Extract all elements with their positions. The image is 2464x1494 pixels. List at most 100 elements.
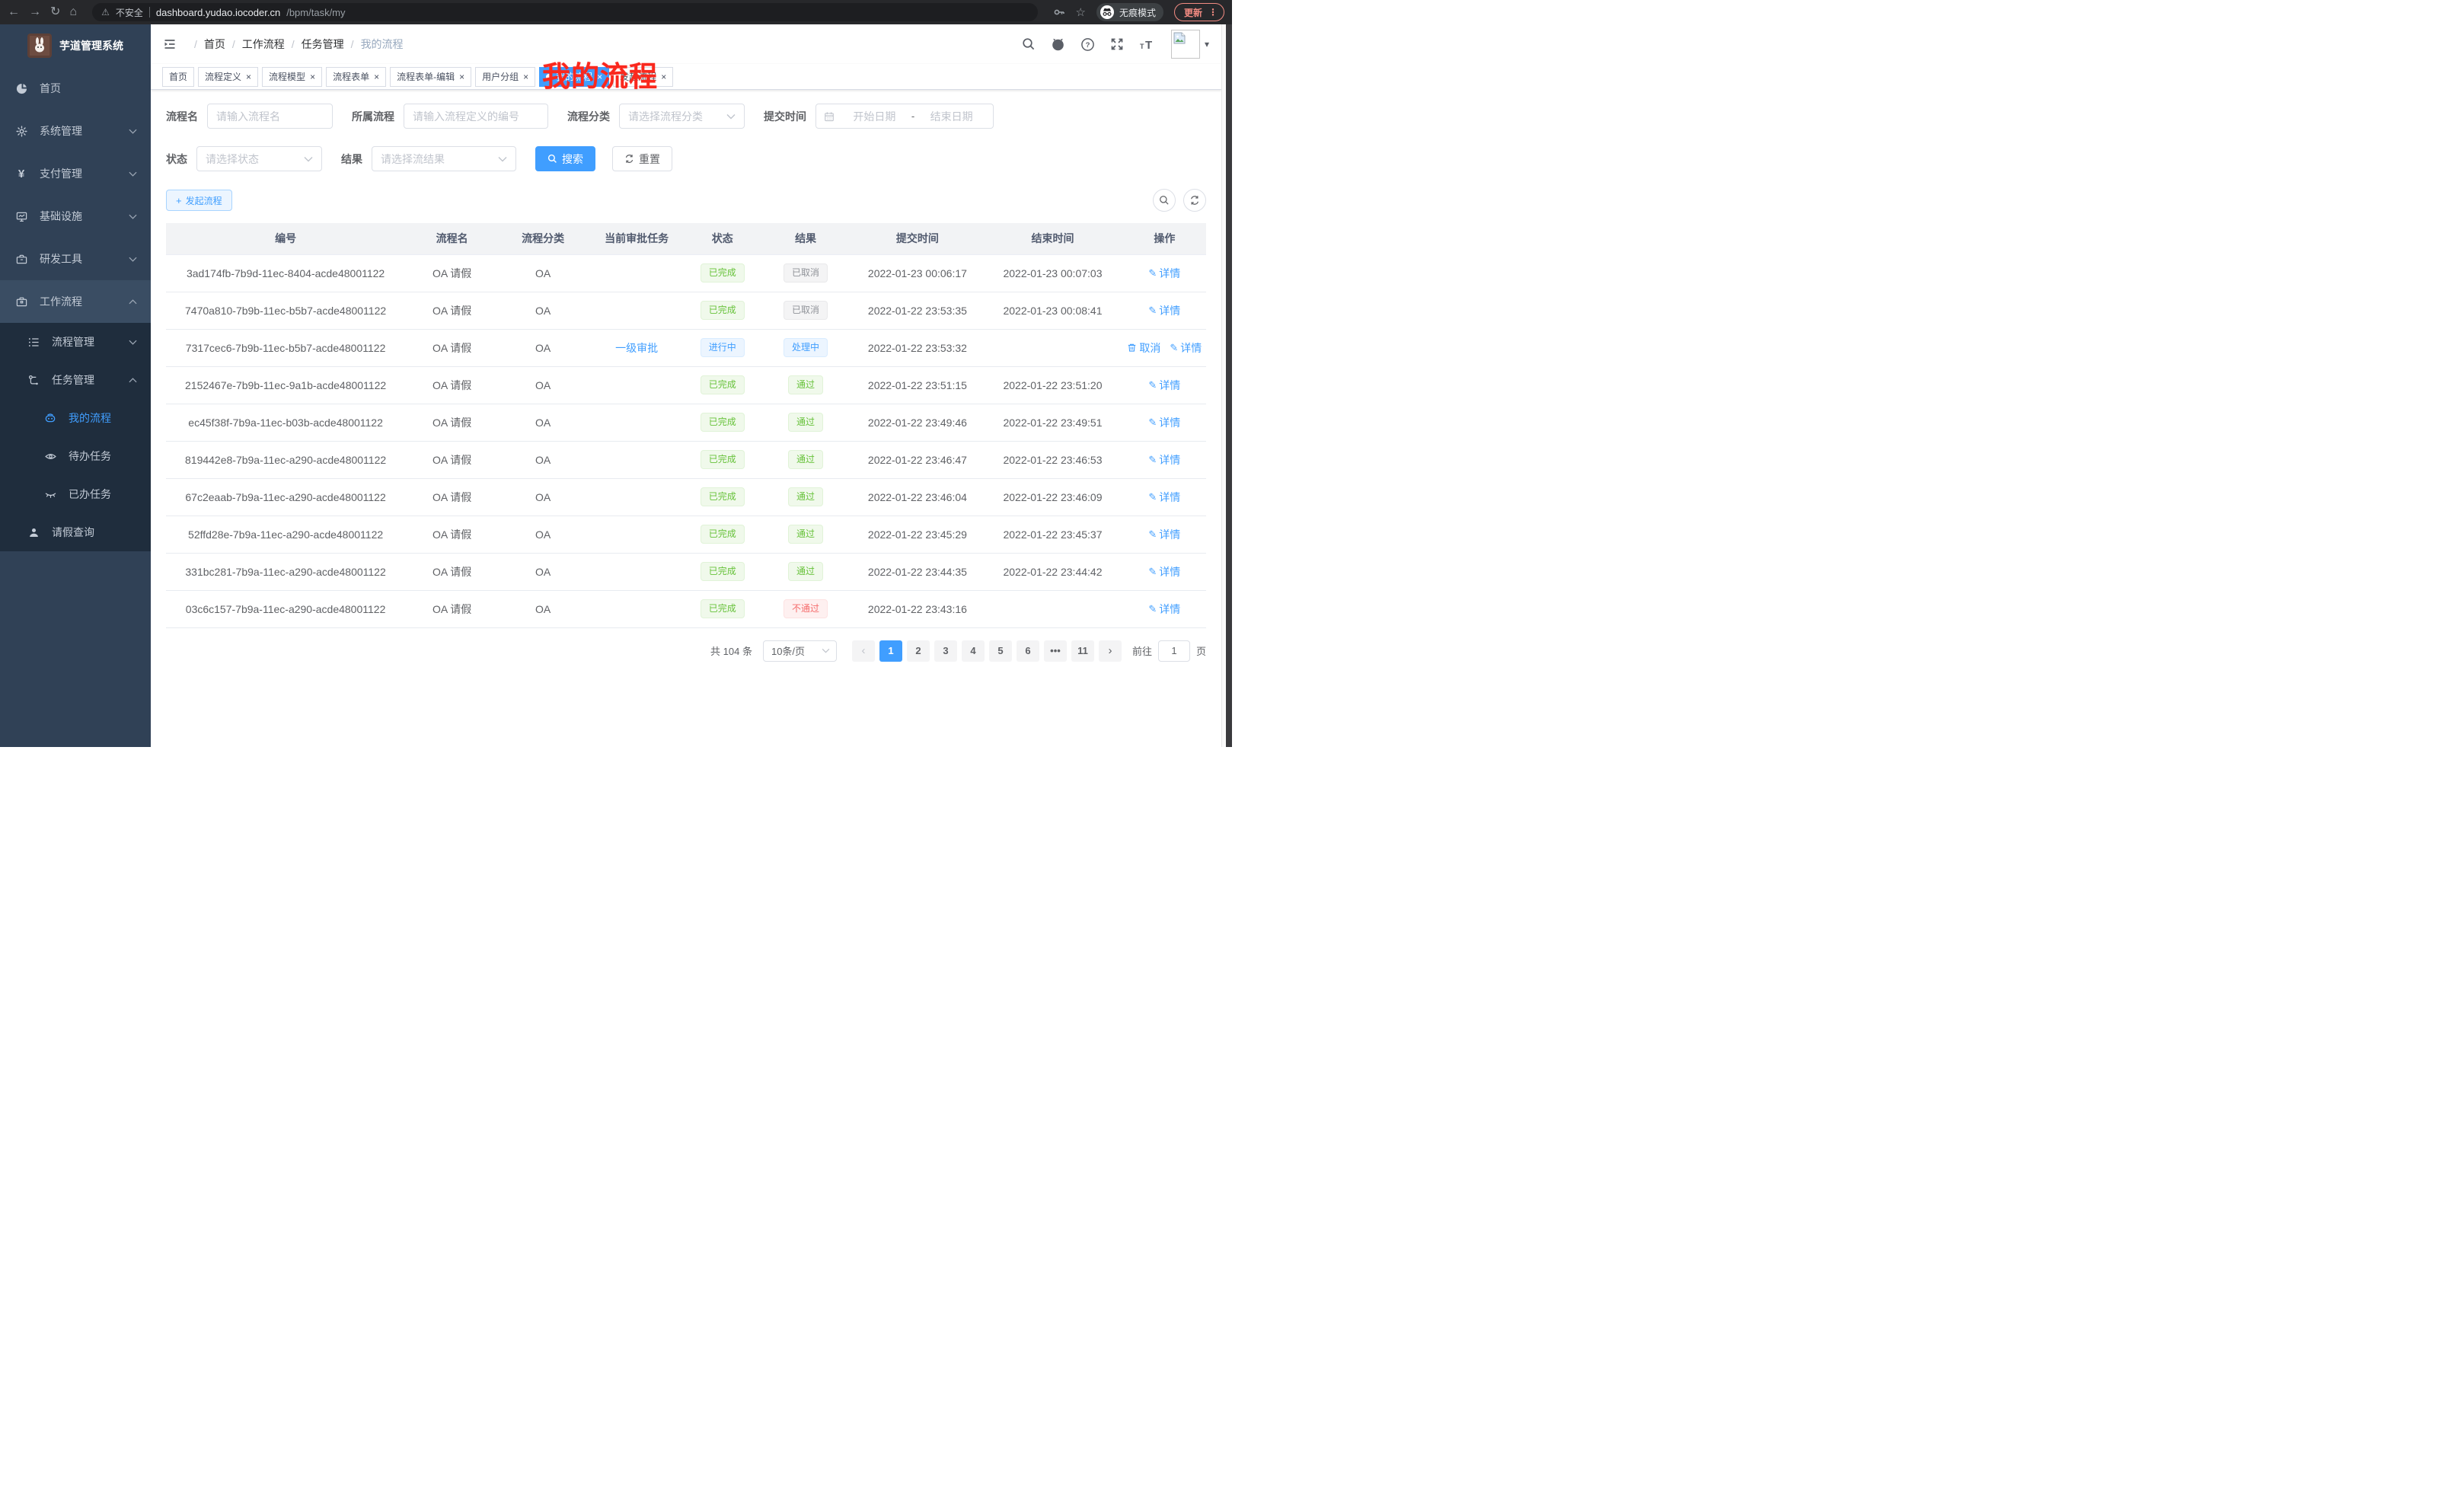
tab-close-icon[interactable]: × <box>310 72 315 82</box>
sidebar-item-my-process[interactable]: 我的流程 <box>0 399 151 437</box>
filter-category-label: 流程分类 <box>567 109 610 124</box>
breadcrumb-item[interactable]: 工作流程 <box>225 37 285 52</box>
create-process-button[interactable]: + 发起流程 <box>166 190 232 211</box>
detail-link[interactable]: ✎ 详情 <box>1148 527 1180 542</box>
process-definition-input[interactable]: 请输入流程定义的编号 <box>404 104 548 129</box>
sidebar-toggle-icon[interactable] <box>163 37 177 51</box>
sidebar-item-pay[interactable]: ¥ 支付管理 <box>0 152 151 195</box>
filter-definition-label: 所属流程 <box>352 109 394 124</box>
sidebar-item-done[interactable]: 已办任务 <box>0 475 151 513</box>
page-size-select[interactable]: 10条/页 <box>763 640 837 662</box>
sidebar-item-todo[interactable]: 待办任务 <box>0 437 151 475</box>
cancel-link[interactable]: 取消 <box>1127 340 1160 356</box>
detail-link[interactable]: ✎ 详情 <box>1148 266 1180 281</box>
address-bar[interactable]: ⚠ 不安全 dashboard.yudao.iocoder.cn/bpm/tas… <box>92 3 1037 21</box>
breadcrumb-item[interactable]: 我的流程 <box>344 37 404 52</box>
sidebar-item-home[interactable]: 首页 <box>0 67 151 110</box>
detail-link[interactable]: ✎ 详情 <box>1148 452 1180 468</box>
submit-time-range-picker[interactable]: 开始日期 - 结束日期 <box>815 104 994 129</box>
breadcrumb-item[interactable]: 首页 <box>187 37 225 52</box>
bookmark-star-icon[interactable]: ☆ <box>1076 5 1086 19</box>
show-search-button[interactable] <box>1153 189 1176 212</box>
detail-link[interactable]: ✎ 详情 <box>1148 303 1180 318</box>
sidebar-item-workflow[interactable]: 工作流程 <box>0 280 151 323</box>
view-tab[interactable]: 流程表单-编辑 × <box>390 67 471 87</box>
range-separator: - <box>911 110 914 122</box>
page-number-button[interactable]: 11 <box>1071 640 1094 662</box>
cell-category: OA <box>499 329 587 366</box>
sidebar-item-task-mgmt[interactable]: 任务管理 <box>0 361 151 399</box>
page-number-button[interactable]: 6 <box>1017 640 1039 662</box>
avatar-caret-icon[interactable]: ▾ <box>1205 39 1209 49</box>
sidebar: 芋道管理系统 首页 系统管理 ¥ 支付管理 基础设施 <box>0 24 151 747</box>
cell-end-time <box>982 590 1122 627</box>
github-icon[interactable] <box>1051 37 1065 52</box>
table-row: 52ffd28e-7b9a-11ec-a290-acde48001122 OA … <box>166 516 1206 553</box>
process-name-input[interactable]: 请输入流程名 <box>207 104 333 129</box>
reset-button[interactable]: 重置 <box>612 146 672 171</box>
app-logo-row[interactable]: 芋道管理系统 <box>0 24 151 67</box>
status-badge: 进行中 <box>701 338 745 357</box>
yen-icon: ¥ <box>15 168 27 180</box>
page-number-button[interactable]: 4 <box>962 640 985 662</box>
goto-page-input[interactable]: 1 <box>1158 640 1190 662</box>
tab-close-icon[interactable]: × <box>374 72 379 82</box>
page-number-button[interactable]: 2 <box>907 640 930 662</box>
page-number-button[interactable]: 3 <box>934 640 957 662</box>
prev-page-button[interactable]: ‹ <box>852 640 875 662</box>
browser-home-icon[interactable]: ⌂ <box>69 6 77 18</box>
result-badge: 不通过 <box>784 599 828 618</box>
page-number-button[interactable]: 1 <box>879 640 902 662</box>
edit-icon: ✎ <box>1148 603 1157 615</box>
result-select[interactable]: 请选择流结果 <box>372 146 516 171</box>
search-button[interactable]: 搜索 <box>535 146 595 171</box>
header-search-icon[interactable] <box>1022 37 1036 51</box>
plus-icon: + <box>176 195 182 206</box>
sidebar-item-leave[interactable]: 请假查询 <box>0 513 151 551</box>
filter-name-label: 流程名 <box>166 109 198 124</box>
category-select[interactable]: 请选择流程分类 <box>619 104 745 129</box>
browser-forward-icon[interactable]: → <box>29 6 41 18</box>
font-size-icon[interactable]: TT <box>1139 37 1156 51</box>
sidebar-item-process-mgmt[interactable]: 流程管理 <box>0 323 151 361</box>
sidebar-item-infra[interactable]: 基础设施 <box>0 195 151 238</box>
next-page-button[interactable]: › <box>1099 640 1122 662</box>
detail-link[interactable]: ✎ 详情 <box>1148 415 1180 430</box>
current-task-link[interactable]: 一级审批 <box>615 342 658 354</box>
chrome-menu-icon[interactable]: ⋮ <box>1208 7 1218 18</box>
detail-link[interactable]: ✎ 详情 <box>1170 340 1202 356</box>
refresh-table-button[interactable] <box>1183 189 1206 212</box>
page-number-button[interactable]: ••• <box>1044 640 1067 662</box>
view-tab[interactable]: 流程模型 × <box>262 67 322 87</box>
tab-close-icon[interactable]: × <box>459 72 464 82</box>
detail-link[interactable]: ✎ 详情 <box>1148 490 1180 505</box>
view-tab[interactable]: 流程定义 × <box>198 67 258 87</box>
sidebar-item-system[interactable]: 系统管理 <box>0 110 151 152</box>
avatar[interactable] <box>1171 30 1200 59</box>
table-row: 331bc281-7b9a-11ec-a290-acde48001122 OA … <box>166 553 1206 590</box>
password-key-icon[interactable] <box>1053 6 1065 18</box>
detail-link[interactable]: ✎ 详情 <box>1148 378 1180 393</box>
table-row: 7317cec6-7b9b-11ec-b5b7-acde48001122 OA … <box>166 329 1206 366</box>
sidebar-item-dev[interactable]: 研发工具 <box>0 238 151 280</box>
browser-back-icon[interactable]: ← <box>8 6 20 18</box>
detail-link[interactable]: ✎ 详情 <box>1148 564 1180 579</box>
view-tab[interactable]: 用户分组 × <box>475 67 535 87</box>
page-number-button[interactable]: 5 <box>989 640 1012 662</box>
breadcrumb-item[interactable]: 任务管理 <box>285 37 344 52</box>
status-select[interactable]: 请选择状态 <box>196 146 322 171</box>
cell-name: OA 请假 <box>405 441 499 478</box>
edit-icon: ✎ <box>1148 379 1157 391</box>
fullscreen-icon[interactable] <box>1110 37 1124 51</box>
help-icon[interactable]: ? <box>1080 37 1095 52</box>
tab-close-icon[interactable]: × <box>661 72 666 82</box>
tab-close-icon[interactable]: × <box>246 72 251 82</box>
refresh-icon <box>624 154 634 164</box>
column-header: 结果 <box>759 223 853 254</box>
chrome-update-button[interactable]: 更新 ⋮ <box>1174 3 1224 21</box>
view-tab[interactable]: 首页 × <box>162 67 194 87</box>
view-tab[interactable]: 流程表单 × <box>326 67 386 87</box>
tab-close-icon[interactable]: × <box>523 72 528 82</box>
browser-reload-icon[interactable]: ↻ <box>50 6 60 18</box>
detail-link[interactable]: ✎ 详情 <box>1148 602 1180 617</box>
